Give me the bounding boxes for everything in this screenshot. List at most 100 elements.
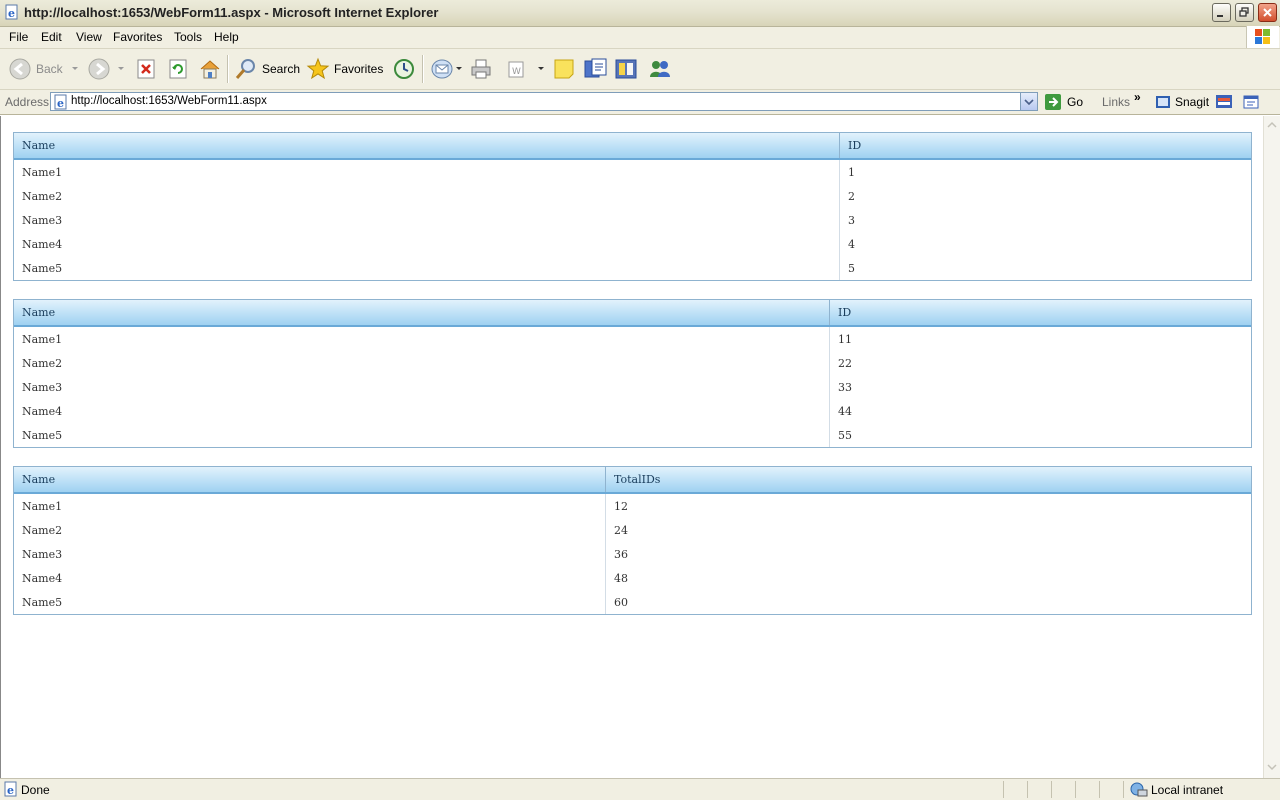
name-cell: Name2 — [22, 356, 63, 370]
edit-button[interactable]: W — [505, 49, 547, 89]
grid-header-row: Name ID — [14, 300, 1251, 327]
research-button[interactable] — [583, 49, 609, 89]
mail-button[interactable] — [430, 49, 464, 89]
data-grid-1: Name ID Name1 1 Name2 2 Name3 3 Name4 4 Name… — [13, 132, 1252, 281]
research-icon — [584, 58, 607, 78]
security-zone[interactable]: Local intranet — [1130, 781, 1223, 798]
menu-bar: File Edit View Favorites Tools Help — [0, 26, 1280, 49]
id-cell: 22 — [829, 351, 1251, 375]
chevron-down-icon — [456, 67, 462, 70]
column-header-name[interactable]: Name — [14, 467, 605, 492]
address-dropdown-button[interactable] — [1020, 93, 1037, 110]
table-row: Name5 5 — [14, 256, 1251, 280]
refresh-button[interactable] — [167, 49, 189, 89]
printer-icon — [471, 59, 491, 79]
table-row: Name2 24 — [14, 518, 1251, 542]
note-icon — [554, 59, 574, 79]
address-bar: Address e http://localhost:1653/WebForm1… — [0, 90, 1280, 115]
grid-header-row: Name TotalIDs — [14, 467, 1251, 494]
status-text: Done — [21, 783, 50, 797]
address-input[interactable]: e http://localhost:1653/WebForm11.aspx — [50, 92, 1038, 111]
column-header-totalids[interactable]: TotalIDs — [605, 467, 1251, 492]
capture-icon[interactable] — [1215, 93, 1233, 111]
name-cell: Name1 — [22, 332, 63, 346]
address-url: http://localhost:1653/WebForm11.aspx — [71, 95, 267, 107]
back-label: Back — [36, 62, 63, 76]
go-arrow-icon — [1045, 94, 1061, 110]
minimize-button[interactable] — [1212, 3, 1231, 22]
stop-icon — [137, 59, 155, 79]
editor-icon[interactable] — [1242, 93, 1260, 111]
data-grid-2: Name ID Name1 11 Name2 22 Name3 33 Name4 44 … — [13, 299, 1252, 448]
search-label: Search — [262, 62, 301, 76]
status-pane — [1027, 781, 1028, 798]
links-label[interactable]: Links — [1102, 95, 1130, 109]
column-header-name[interactable]: Name — [14, 300, 829, 325]
id-cell: 2 — [839, 184, 1251, 208]
search-button[interactable]: Search — [234, 49, 300, 89]
local-intranet-icon — [1130, 782, 1148, 796]
table-row: Name1 11 — [14, 327, 1251, 351]
media-button[interactable] — [614, 49, 640, 89]
chevron-right-icon[interactable]: » — [1134, 90, 1141, 104]
chevron-down-icon — [1024, 99, 1034, 106]
history-icon — [394, 59, 414, 79]
menu-edit[interactable]: Edit — [41, 30, 62, 44]
totalids-cell: 36 — [605, 542, 1251, 566]
name-cell: Name5 — [22, 261, 63, 275]
menu-help[interactable]: Help — [214, 30, 239, 44]
back-button[interactable]: Back — [8, 49, 81, 89]
svg-text:e: e — [8, 7, 15, 20]
table-row: Name5 55 — [14, 423, 1251, 447]
svg-text:e: e — [57, 97, 64, 110]
forward-arrow-icon — [88, 58, 110, 80]
table-row: Name4 48 — [14, 566, 1251, 590]
id-cell: 4 — [839, 232, 1251, 256]
name-cell: Name3 — [22, 547, 63, 561]
window-title: http://localhost:1653/WebForm11.aspx - M… — [24, 5, 439, 20]
column-header-name[interactable]: Name — [14, 133, 839, 158]
toolbar-separator — [227, 55, 229, 83]
page-icon: e — [54, 94, 67, 110]
table-row: Name3 36 — [14, 542, 1251, 566]
vertical-scrollbar[interactable] — [1263, 116, 1280, 778]
menu-view[interactable]: View — [76, 30, 102, 44]
page-done-icon: e — [4, 781, 17, 797]
address-label: Address — [5, 95, 50, 109]
status-pane — [1123, 781, 1124, 798]
chevron-down-icon — [118, 67, 124, 70]
print-button[interactable] — [469, 49, 493, 89]
column-header-id[interactable]: ID — [839, 133, 1251, 158]
ie-page-icon: e — [5, 4, 18, 20]
menu-favorites[interactable]: Favorites — [113, 30, 162, 44]
stop-button[interactable] — [135, 49, 157, 89]
close-button[interactable] — [1258, 3, 1277, 22]
totalids-cell: 60 — [605, 590, 1251, 614]
status-pane — [1099, 781, 1100, 798]
windows-logo-icon — [1246, 26, 1279, 48]
id-cell: 11 — [829, 327, 1251, 351]
favorites-button[interactable]: Favorites — [306, 49, 383, 89]
name-cell: Name4 — [22, 404, 63, 418]
scroll-down-arrow-icon[interactable] — [1265, 760, 1279, 774]
snagit-button[interactable]: Snagit — [1155, 92, 1209, 112]
messenger-button[interactable] — [647, 49, 673, 89]
name-cell: Name4 — [22, 237, 63, 251]
menu-file[interactable]: File — [9, 30, 28, 44]
id-cell: 55 — [829, 423, 1251, 447]
home-button[interactable] — [198, 49, 222, 89]
menu-tools[interactable]: Tools — [174, 30, 202, 44]
name-cell: Name2 — [22, 523, 63, 537]
restore-button[interactable] — [1235, 3, 1254, 22]
scroll-up-arrow-icon[interactable] — [1265, 118, 1279, 132]
history-button[interactable] — [392, 49, 416, 89]
name-cell: Name1 — [22, 165, 63, 179]
totalids-cell: 12 — [605, 494, 1251, 518]
forward-button[interactable] — [87, 49, 127, 89]
home-icon — [200, 60, 220, 79]
go-label: Go — [1067, 95, 1084, 109]
column-header-id[interactable]: ID — [829, 300, 1251, 325]
go-button[interactable]: Go — [1044, 92, 1083, 112]
discuss-button[interactable] — [552, 49, 576, 89]
media-icon — [615, 59, 637, 79]
